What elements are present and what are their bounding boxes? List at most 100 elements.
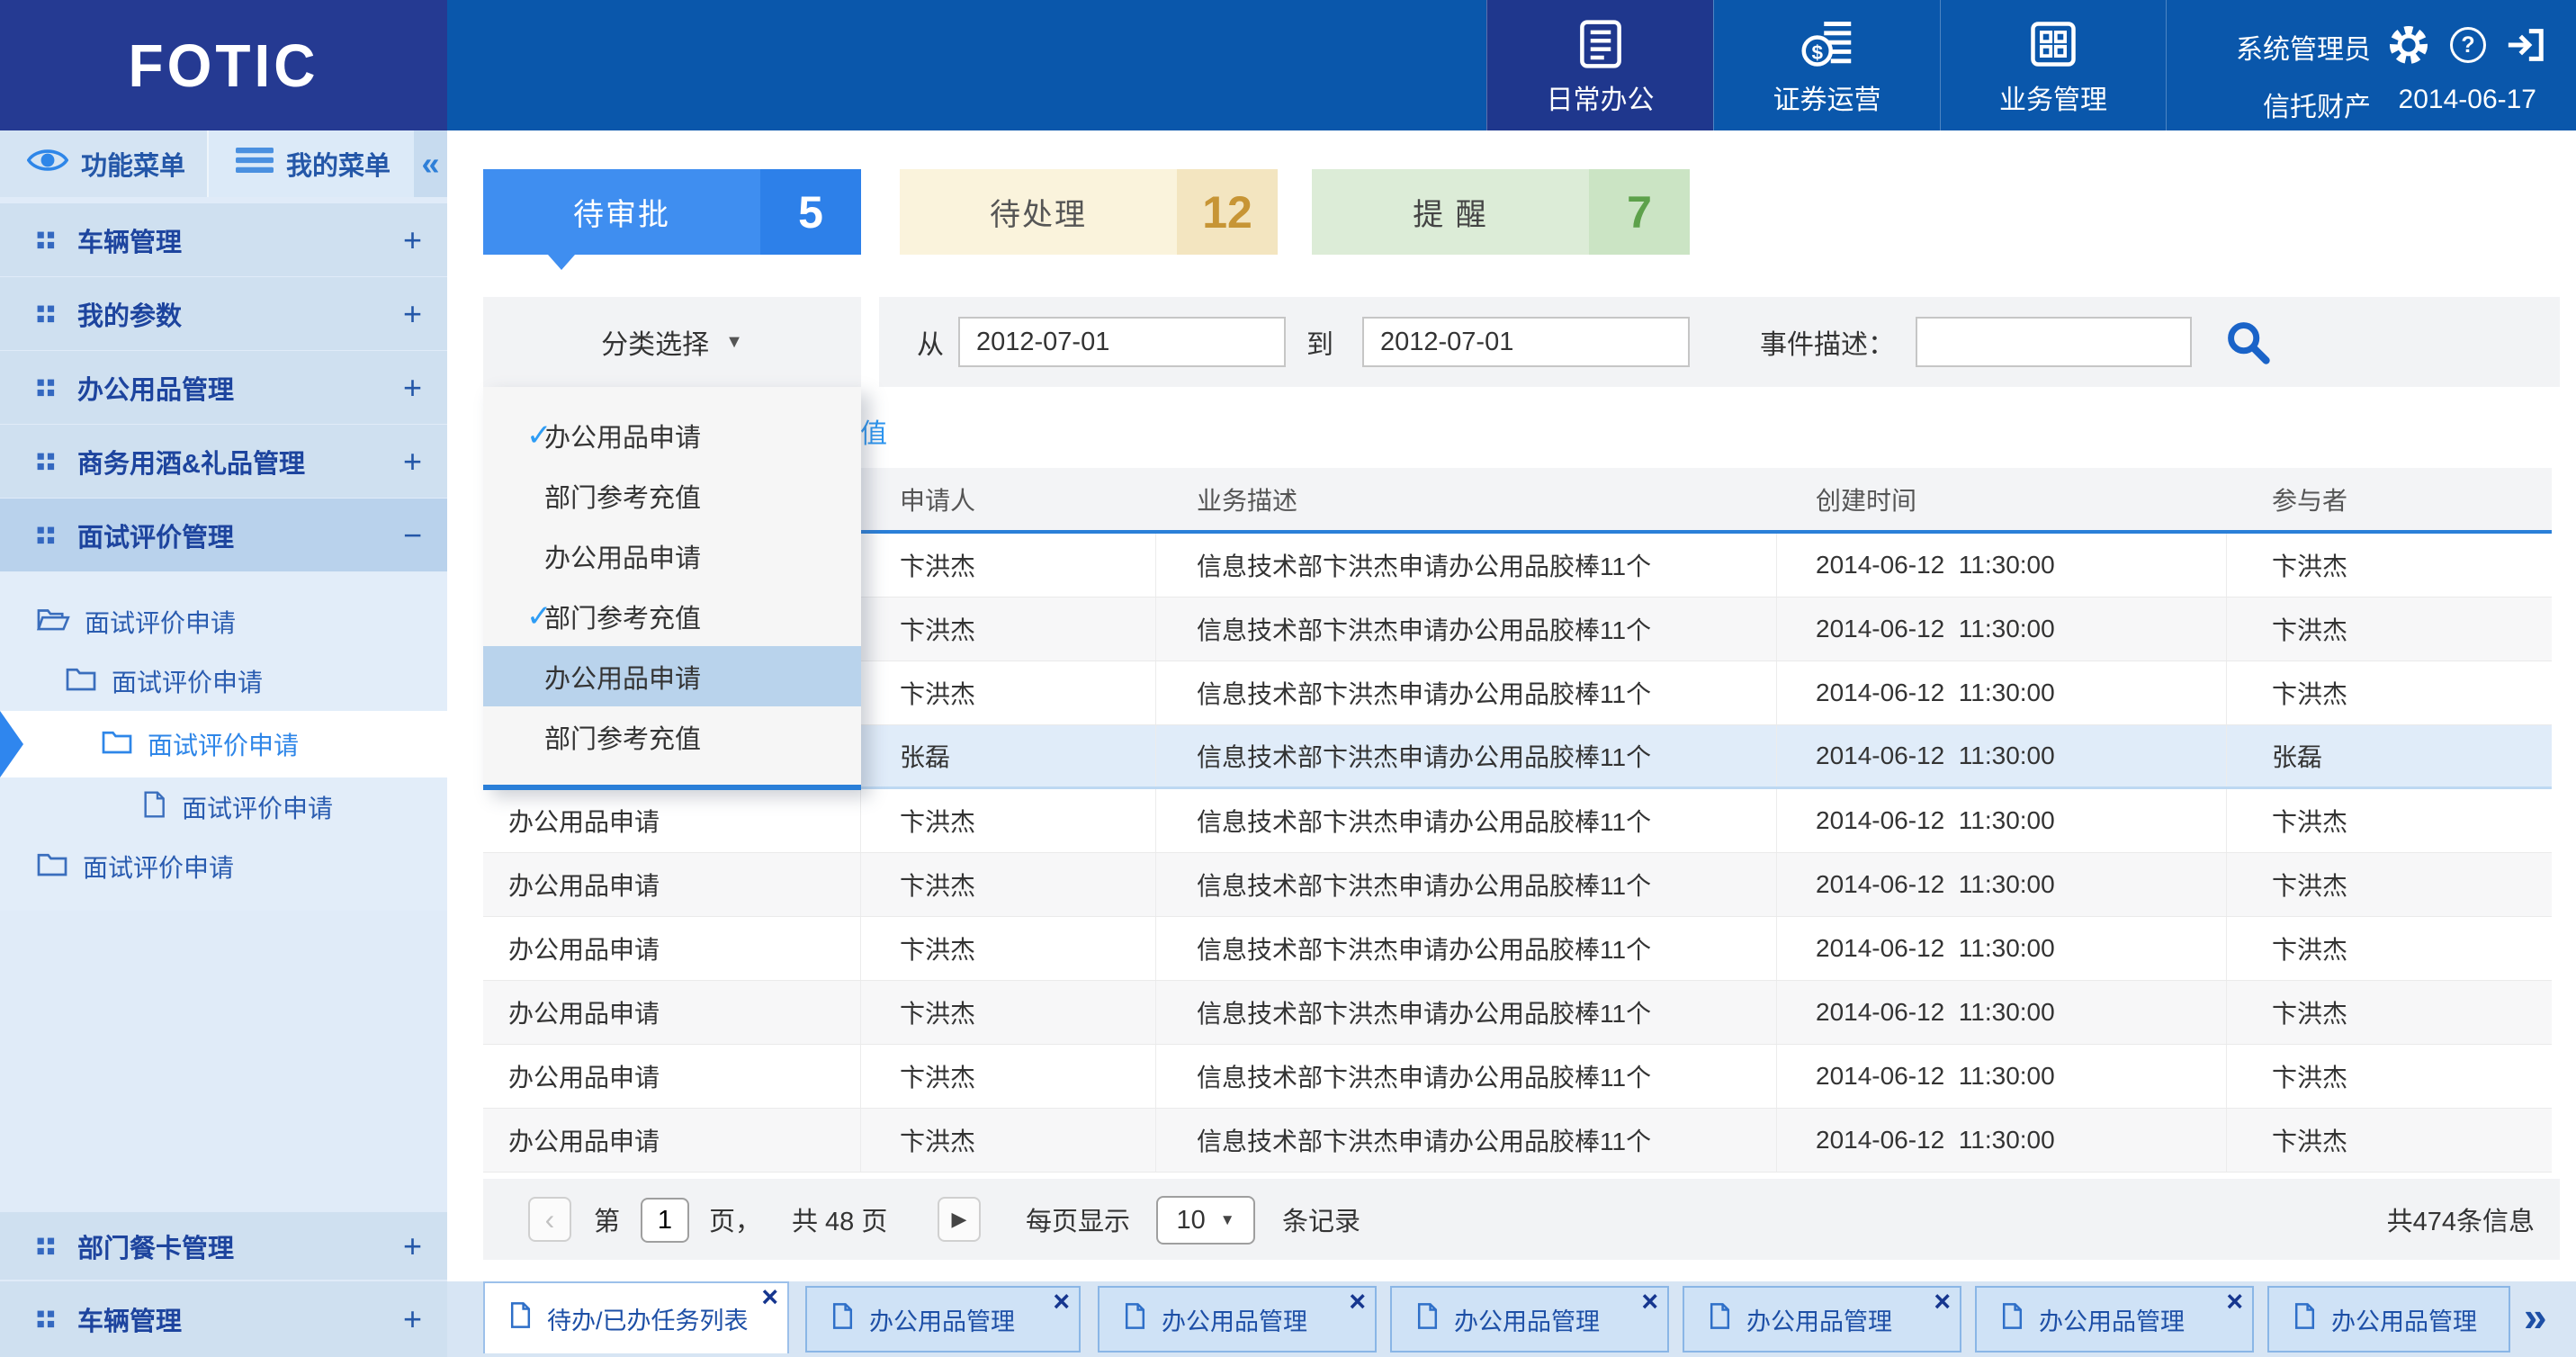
gear-icon[interactable]	[2387, 23, 2430, 67]
cell-col-created: 2014-06-12 11:30:00	[1777, 1045, 2227, 1108]
prev-page-button[interactable]: ‹	[528, 1197, 571, 1242]
bottom-tab-4[interactable]: 办公用品管理×	[1390, 1286, 1669, 1353]
dropdown-item-2[interactable]: 部门参考充值	[483, 465, 861, 526]
cell-col-description: 信息技术部卞洪杰申请办公用品胶棒11个	[1156, 1109, 1777, 1172]
table-header-col-participant: 参与者	[2227, 468, 2552, 530]
expand-toggle[interactable]: +	[403, 369, 422, 407]
category-select-trigger[interactable]: 分类选择 ▼	[483, 297, 861, 387]
file-icon	[1123, 1302, 1147, 1336]
dropdown-item-label: 部门参考充值	[544, 598, 701, 635]
sidebar: 功能菜单 我的菜单 « 车辆管理+我的参数+办公用品管理+商务用酒&礼品管理+面…	[0, 130, 447, 1357]
nav-tab-business-mgmt[interactable]: 业务管理	[1940, 0, 2167, 130]
table-row[interactable]: 办公用品申请卞洪杰信息技术部卞洪杰申请办公用品胶棒11个2014-06-12 1…	[483, 917, 2552, 981]
tree-item-4[interactable]: 面试评价申请	[0, 777, 447, 837]
sidebar-tab-label: 功能菜单	[81, 145, 185, 183]
bottom-tab-5[interactable]: 办公用品管理×	[1683, 1286, 1961, 1353]
cell-col-created: 2014-06-12 11:30:00	[1777, 725, 2227, 786]
sidebar-item-vehicle-mgmt[interactable]: 车辆管理+	[0, 203, 447, 276]
sidebar-item-office-supplies-mgmt[interactable]: 办公用品管理+	[0, 351, 447, 424]
per-page-select[interactable]: 10 ▼	[1156, 1196, 1255, 1245]
close-icon[interactable]: ×	[1641, 1286, 1658, 1317]
check-icon: ✓	[483, 598, 544, 634]
sidebar-item-dept-meal-card-mgmt[interactable]: 部门餐卡管理+	[0, 1212, 447, 1280]
sidebar-item-vehicle-mgmt-2[interactable]: 车辆管理 +	[0, 1281, 447, 1357]
help-icon[interactable]: ?	[2446, 23, 2490, 67]
bottom-tab-label: 办公用品管理	[1162, 1302, 1307, 1337]
nav-tab-daily-office[interactable]: 日常办公	[1486, 0, 1713, 130]
bottom-tab-1[interactable]: 待办/已办任务列表×	[483, 1281, 789, 1353]
more-tabs-button[interactable]: »	[2524, 1292, 2547, 1341]
table-row[interactable]: 办公用品申请卞洪杰信息技术部卞洪杰申请办公用品胶棒11个2014-06-12 1…	[483, 853, 2552, 917]
header-date: 2014-06-17	[2399, 85, 2536, 115]
cell-col-participant: 卞洪杰	[2227, 1045, 2552, 1108]
close-icon[interactable]: ×	[1934, 1286, 1951, 1317]
summary-tab-to-approve[interactable]: 待审批5	[483, 169, 861, 255]
close-icon[interactable]: ×	[1349, 1286, 1366, 1317]
bottom-tab-3[interactable]: 办公用品管理 ×	[1098, 1286, 1377, 1353]
file-icon	[1415, 1302, 1440, 1336]
dropdown-item-label: 办公用品申请	[544, 537, 701, 575]
search-icon[interactable]	[2224, 319, 2271, 365]
dropdown-item-3[interactable]: 办公用品申请	[483, 526, 861, 586]
table-row[interactable]: 办公用品申请卞洪杰信息技术部卞洪杰申请办公用品胶棒11个2014-06-12 1…	[483, 1109, 2552, 1173]
dropdown-item-4[interactable]: ✓部门参考充值	[483, 586, 861, 646]
close-icon[interactable]: ×	[1053, 1286, 1070, 1317]
bottom-tab-7[interactable]: 办公用品管理	[2267, 1286, 2510, 1353]
expand-toggle[interactable]: +	[403, 1227, 422, 1265]
close-icon[interactable]: ×	[2226, 1286, 2243, 1317]
date-from-input[interactable]	[958, 317, 1286, 367]
event-desc-label: 事件描述：	[1760, 297, 1895, 387]
expand-toggle[interactable]: +	[403, 443, 422, 481]
sidebar-item-wine-gift-mgmt[interactable]: 商务用酒&礼品管理 +	[0, 425, 447, 498]
expand-toggle[interactable]: −	[403, 517, 422, 554]
main-content: 待审批5待处理12提 醒7 分类选择 ▼ 从 到 事件描述： 值 申请人业务描述…	[447, 130, 2576, 1357]
cell-col-participant: 卞洪杰	[2227, 598, 2552, 661]
tree-item-1[interactable]: 面试评价申请	[0, 592, 447, 652]
drag-dots-icon	[36, 1236, 56, 1256]
cell-col-created: 2014-06-12 11:30:00	[1777, 534, 2227, 597]
next-page-button[interactable]: ▶	[938, 1197, 981, 1242]
close-icon[interactable]: ×	[761, 1281, 778, 1312]
cell-col-created: 2014-06-12 11:30:00	[1777, 917, 2227, 980]
table-row[interactable]: 办公用品申请卞洪杰信息技术部卞洪杰申请办公用品胶棒11个2014-06-12 1…	[483, 1045, 2552, 1109]
expand-toggle[interactable]: +	[403, 295, 422, 333]
tree-item-2[interactable]: 面试评价申请	[0, 652, 447, 711]
file-icon	[2000, 1302, 2024, 1336]
table-row[interactable]: 办公用品申请卞洪杰信息技术部卞洪杰申请办公用品胶棒11个2014-06-12 1…	[483, 981, 2552, 1045]
records-label: 条记录	[1282, 1179, 1360, 1260]
event-desc-input[interactable]	[1916, 317, 2192, 367]
logo-text: FOTIC	[129, 31, 319, 100]
tree-item-3[interactable]: 面试评价申请	[0, 711, 447, 777]
expand-toggle[interactable]: +	[403, 1300, 422, 1338]
summary-tab-reminder[interactable]: 提 醒7	[1312, 169, 1690, 255]
sidebar-tab-my-menu[interactable]: 我的菜单	[207, 130, 414, 197]
cell-col-description: 信息技术部卞洪杰申请办公用品胶棒11个	[1156, 917, 1777, 980]
pagination-bar: ‹ 第 页， 共 48 页 ▶ 每页显示 10 ▼ 条记录 共474条信息	[483, 1179, 2560, 1260]
table-row[interactable]: 办公用品申请卞洪杰信息技术部卞洪杰申请办公用品胶棒11个2014-06-12 1…	[483, 789, 2552, 853]
nav-tab-label: 业务管理	[1999, 77, 2107, 117]
logout-icon[interactable]	[2504, 23, 2547, 67]
sidebar-item-label: 车辆管理	[77, 1300, 182, 1338]
page-number-input[interactable]	[641, 1198, 689, 1243]
bottom-tab-6[interactable]: 办公用品管理×	[1975, 1286, 2254, 1353]
total-records-info: 共474条信息	[2387, 1179, 2535, 1260]
dropdown-item-5[interactable]: 办公用品申请	[483, 646, 861, 706]
sidebar-item-interview-eval-mgmt[interactable]: 面试评价管理−	[0, 499, 447, 571]
total-pages-label: 共 48 页	[792, 1179, 887, 1260]
doc-list-icon	[1574, 14, 1628, 74]
sidebar-tab-function-menu[interactable]: 功能菜单	[0, 130, 207, 197]
cell-col-created: 2014-06-12 11:30:00	[1777, 789, 2227, 852]
tree-item-5[interactable]: 面试评价申请	[0, 837, 447, 896]
dropdown-item-6[interactable]: 部门参考充值	[483, 706, 861, 767]
nav-tab-securities-ops[interactable]: $证券运营	[1713, 0, 1940, 130]
dropdown-item-1[interactable]: ✓办公用品申请	[483, 405, 861, 465]
sidebar-collapse-button[interactable]: «	[414, 130, 447, 197]
date-to-input[interactable]	[1362, 317, 1690, 367]
sidebar-menu-bottom: 部门餐卡管理+ 车辆管理 +	[0, 1210, 447, 1357]
cell-col-participant: 卞洪杰	[2227, 853, 2552, 916]
sidebar-item-label: 商务用酒&礼品管理	[77, 443, 305, 481]
bottom-tab-2[interactable]: 办公用品管理×	[805, 1286, 1081, 1353]
sidebar-item-my-params[interactable]: 我的参数+	[0, 277, 447, 350]
expand-toggle[interactable]: +	[403, 221, 422, 259]
summary-tab-to-handle[interactable]: 待处理12	[900, 169, 1278, 255]
